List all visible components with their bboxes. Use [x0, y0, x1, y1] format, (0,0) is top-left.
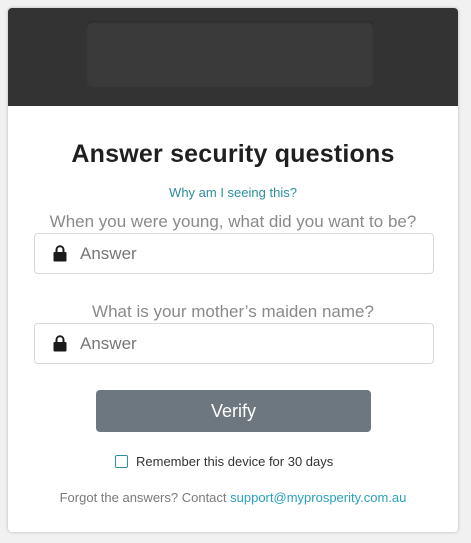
remember-device-row: Remember this device for 30 days [115, 454, 333, 469]
answer-2-field [34, 323, 434, 364]
page-title: Answer security questions [71, 140, 395, 168]
question-2-label: What is your mother’s maiden name? [92, 302, 374, 321]
why-am-i-seeing-this-link[interactable]: Why am I seeing this? [8, 185, 458, 200]
remember-device-label[interactable]: Remember this device for 30 days [136, 454, 333, 469]
answer-2-input[interactable] [80, 324, 420, 363]
lock-icon [53, 335, 67, 352]
verify-button[interactable]: Verify [96, 390, 371, 432]
brand-logo [86, 21, 374, 87]
answer-1-input[interactable] [80, 234, 420, 273]
lock-icon [53, 245, 67, 262]
forgot-answers-text: Forgot the answers? Contact support@mypr… [8, 490, 458, 505]
support-email-link[interactable]: support@myprosperity.com.au [230, 490, 406, 505]
security-questions-card: Answer security questions Why am I seein… [8, 8, 458, 532]
card-header [8, 8, 458, 106]
forgot-answers-prefix: Forgot the answers? Contact [59, 490, 231, 505]
answer-1-field [34, 233, 434, 274]
question-1-label: When you were young, what did you want t… [49, 212, 417, 231]
remember-device-checkbox[interactable] [115, 455, 128, 468]
